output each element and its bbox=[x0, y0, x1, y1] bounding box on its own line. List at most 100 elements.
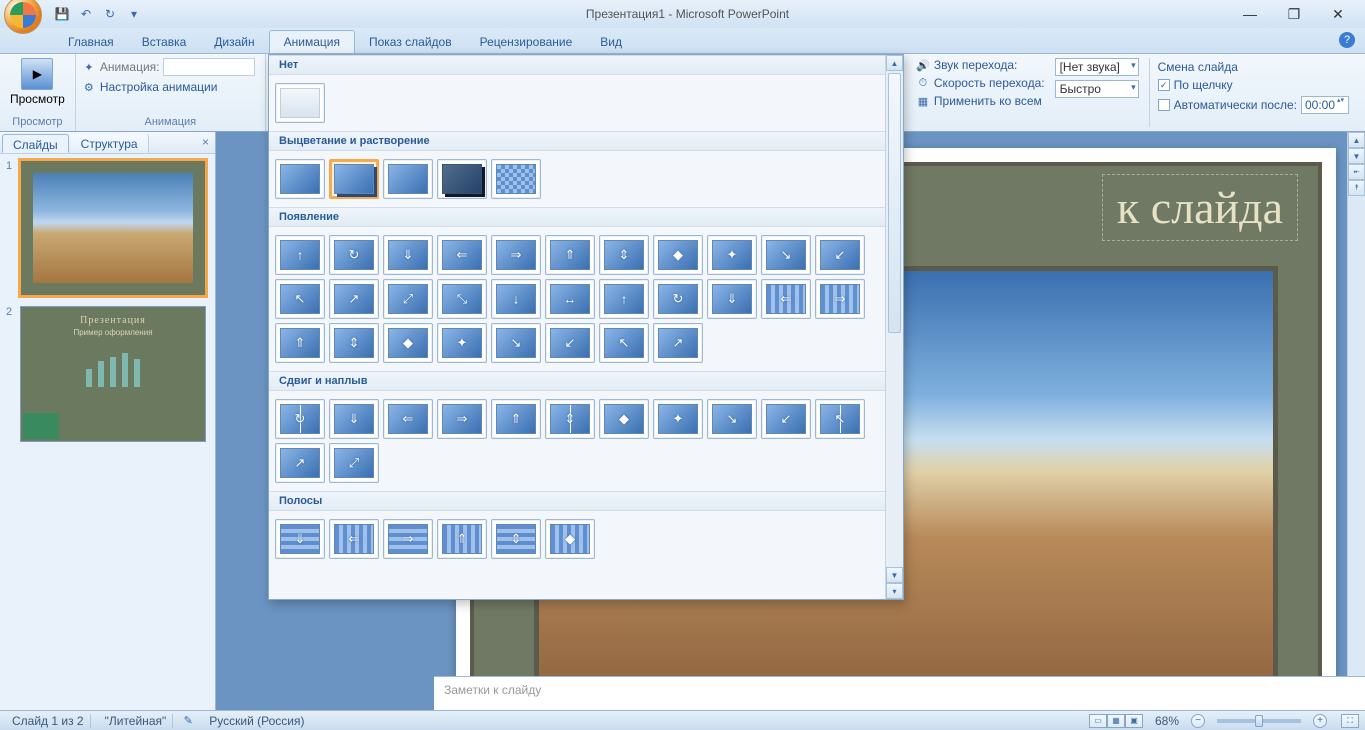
transition-item[interactable]: ↗ bbox=[329, 279, 379, 319]
notes-pane[interactable]: Заметки к слайду bbox=[434, 676, 1365, 710]
transition-item[interactable]: ↘ bbox=[491, 323, 541, 363]
transition-item[interactable]: ✦ bbox=[653, 399, 703, 439]
transition-item[interactable]: ↗ bbox=[275, 443, 325, 483]
prev-slide-icon[interactable]: ⯬ bbox=[1348, 164, 1365, 180]
panel-close-icon[interactable]: × bbox=[196, 132, 215, 153]
tab-home[interactable]: Главная bbox=[54, 31, 128, 53]
transition-item[interactable]: ⇒ bbox=[383, 519, 433, 559]
zoom-slider-thumb[interactable] bbox=[1255, 715, 1263, 727]
transition-item[interactable]: ⇐ bbox=[761, 279, 811, 319]
gallery-scroll-track[interactable] bbox=[886, 71, 903, 567]
transition-item[interactable] bbox=[437, 159, 487, 199]
transition-item[interactable]: ⇓ bbox=[329, 399, 379, 439]
scroll-up-icon[interactable]: ▲ bbox=[1348, 132, 1365, 148]
transition-item[interactable]: ↻ bbox=[275, 399, 325, 439]
slide-title-placeholder[interactable]: к слайда bbox=[1102, 174, 1298, 241]
transition-item[interactable]: ◆ bbox=[545, 519, 595, 559]
transition-item[interactable]: ↗ bbox=[653, 323, 703, 363]
tab-review[interactable]: Рецензирование bbox=[466, 31, 587, 53]
zoom-in-icon[interactable]: + bbox=[1313, 714, 1327, 728]
minimize-button[interactable]: — bbox=[1231, 4, 1269, 24]
transition-item[interactable]: ⇒ bbox=[491, 235, 541, 275]
transition-item[interactable]: ⇑ bbox=[491, 399, 541, 439]
transition-item[interactable]: ✦ bbox=[437, 323, 487, 363]
transition-item[interactable]: ⇕ bbox=[545, 399, 595, 439]
transition-item[interactable]: ⤢ bbox=[329, 443, 379, 483]
status-lang[interactable]: Русский (Россия) bbox=[203, 714, 310, 728]
transition-item[interactable]: ⇓ bbox=[275, 519, 325, 559]
transition-item[interactable]: ↻ bbox=[329, 235, 379, 275]
qat-dropdown-icon[interactable]: ▾ bbox=[124, 4, 144, 24]
tab-slides-thumbnails[interactable]: Слайды bbox=[2, 134, 69, 153]
fit-window-icon[interactable]: ⛶ bbox=[1341, 714, 1359, 728]
tab-animation[interactable]: Анимация bbox=[269, 30, 355, 53]
transition-item[interactable]: ↙ bbox=[761, 399, 811, 439]
thumbnail-item[interactable]: 1 bbox=[6, 160, 209, 296]
transition-item[interactable]: ⇓ bbox=[383, 235, 433, 275]
thumbnail-1[interactable] bbox=[20, 160, 206, 296]
transition-item[interactable]: ↙ bbox=[815, 235, 865, 275]
transition-item[interactable]: ⇕ bbox=[599, 235, 649, 275]
transition-item[interactable]: ⇕ bbox=[491, 519, 541, 559]
zoom-value[interactable]: 68% bbox=[1155, 714, 1179, 728]
transition-item[interactable]: ⇐ bbox=[437, 235, 487, 275]
undo-icon[interactable]: ↶ bbox=[76, 4, 96, 24]
on-click-row[interactable]: ✓ По щелчку bbox=[1158, 78, 1349, 92]
transition-item[interactable]: ◆ bbox=[653, 235, 703, 275]
transition-item[interactable]: ⇐ bbox=[383, 399, 433, 439]
tab-outline[interactable]: Структура bbox=[71, 134, 149, 153]
transition-item[interactable]: ↘ bbox=[707, 399, 757, 439]
close-button[interactable]: ✕ bbox=[1319, 4, 1357, 24]
auto-after-time[interactable]: 00:00 bbox=[1301, 96, 1349, 114]
scroll-down-icon[interactable]: ▼ bbox=[1348, 148, 1365, 164]
transition-item[interactable]: ↑ bbox=[599, 279, 649, 319]
save-icon[interactable]: 💾 bbox=[52, 4, 72, 24]
transition-item[interactable]: ⇒ bbox=[437, 399, 487, 439]
zoom-slider[interactable] bbox=[1217, 719, 1301, 723]
transition-item[interactable]: ↑ bbox=[275, 235, 325, 275]
tab-view[interactable]: Вид bbox=[586, 31, 636, 53]
view-slideshow-icon[interactable]: ▣ bbox=[1125, 714, 1143, 728]
transition-item[interactable]: ↓ bbox=[491, 279, 541, 319]
transition-item[interactable]: ↖ bbox=[275, 279, 325, 319]
spellcheck-icon[interactable]: ✎ bbox=[181, 714, 195, 728]
transition-item[interactable] bbox=[329, 159, 379, 199]
transition-item[interactable]: ↙ bbox=[545, 323, 595, 363]
next-slide-icon[interactable]: ⯭ bbox=[1348, 180, 1365, 196]
transition-item[interactable] bbox=[383, 159, 433, 199]
transition-item[interactable]: ↻ bbox=[653, 279, 703, 319]
transition-item[interactable]: ⇐ bbox=[329, 519, 379, 559]
transition-item[interactable] bbox=[491, 159, 541, 199]
transition-item[interactable]: ↖ bbox=[599, 323, 649, 363]
transition-item[interactable]: ⤡ bbox=[437, 279, 487, 319]
thumbnail-item[interactable]: 2 Презентация Пример оформления bbox=[6, 306, 209, 442]
apply-all-button[interactable]: ▦ Применить ко всем bbox=[916, 94, 1045, 108]
redo-icon[interactable]: ↻ bbox=[100, 4, 120, 24]
help-icon[interactable]: ? bbox=[1339, 32, 1355, 48]
transition-item[interactable] bbox=[275, 159, 325, 199]
gallery-scroll-down-icon[interactable]: ▼ bbox=[886, 567, 903, 583]
transition-item[interactable]: ⇒ bbox=[815, 279, 865, 319]
view-sorter-icon[interactable]: ▦ bbox=[1107, 714, 1125, 728]
transition-item[interactable]: ◆ bbox=[383, 323, 433, 363]
transition-item[interactable]: ⇑ bbox=[545, 235, 595, 275]
custom-animation-button[interactable]: ⚙ Настройка анимации bbox=[82, 78, 259, 96]
animation-select[interactable] bbox=[163, 58, 255, 76]
gallery-expand-icon[interactable]: ▾ bbox=[886, 583, 903, 599]
tab-insert[interactable]: Вставка bbox=[128, 31, 201, 53]
gallery-scroll-thumb[interactable] bbox=[888, 73, 901, 333]
transition-item[interactable]: ↖ bbox=[815, 399, 865, 439]
editor-vscrollbar[interactable]: ▲ ▼ ⯬ ⯭ bbox=[1347, 132, 1365, 676]
transition-item[interactable]: ◆ bbox=[599, 399, 649, 439]
sound-dropdown[interactable]: [Нет звука] bbox=[1055, 58, 1139, 76]
transition-item[interactable]: ↘ bbox=[761, 235, 811, 275]
thumbnail-2[interactable]: Презентация Пример оформления bbox=[20, 306, 206, 442]
preview-button[interactable]: ▶ Просмотр bbox=[6, 56, 69, 108]
transition-item[interactable]: ↔ bbox=[545, 279, 595, 319]
view-normal-icon[interactable]: ▭ bbox=[1089, 714, 1107, 728]
maximize-button[interactable]: ❐ bbox=[1275, 4, 1313, 24]
gallery-scroll-up-icon[interactable]: ▲ bbox=[886, 55, 903, 71]
tab-slideshow[interactable]: Показ слайдов bbox=[355, 31, 466, 53]
gallery-scrollbar[interactable]: ▲ ▼ ▾ bbox=[885, 55, 903, 599]
tab-design[interactable]: Дизайн bbox=[200, 31, 268, 53]
